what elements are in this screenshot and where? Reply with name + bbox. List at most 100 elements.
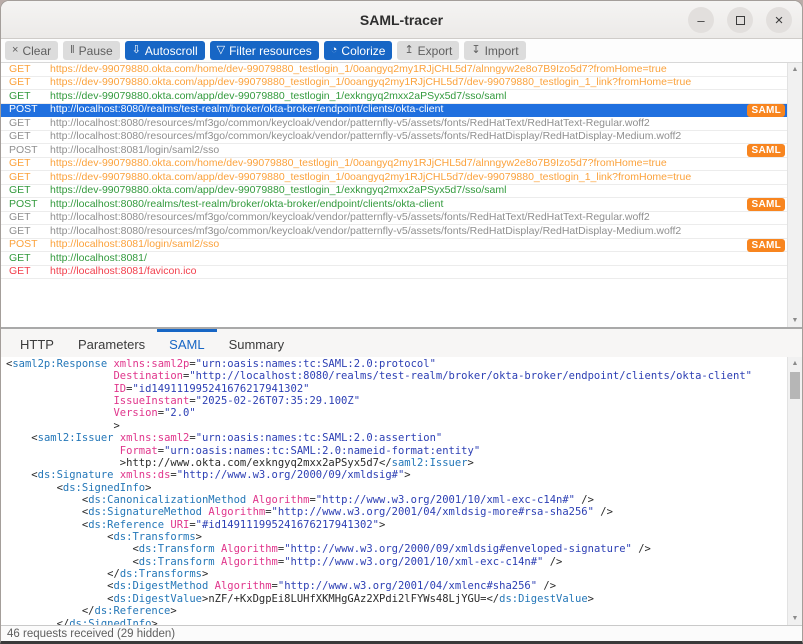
scroll-down-icon[interactable]: ▼ [788,615,802,622]
saml-badge: SAML [747,144,785,157]
xml-line: <ds:DigestValue>nZF/+KxDgpEi8LUHfXKMHgGA… [6,593,787,605]
xml-line: Format="urn:oasis:names:tc:SAML:2.0:name… [6,445,787,457]
tab-http[interactable]: HTTP [8,329,66,357]
request-row[interactable]: GEThttp://localhost:8081/favicon.ico [1,266,802,280]
request-row[interactable]: POSThttp://localhost:8080/realms/test-re… [1,198,802,212]
request-row[interactable]: GEThttp://localhost:8080/resources/mf3go… [1,225,802,239]
filter-resources-button[interactable]: ▽ Filter resources [210,41,319,60]
request-list-scrollbar[interactable]: ▲ ▼ [787,63,802,327]
tab-summary[interactable]: Summary [217,329,297,357]
request-method: GET [1,171,50,184]
request-url: http://localhost:8080/resources/mf3go/co… [50,130,738,143]
request-url: https://dev-99079880.okta.com/app/dev-99… [50,90,738,103]
request-method: GET [1,63,50,76]
pause-icon: ‖ [70,45,75,56]
clear-button[interactable]: × Clear [5,41,58,60]
xml-line: Version="2.0" [6,407,787,419]
request-url: http://localhost:8080/realms/test-realm/… [50,198,738,211]
request-method: GET [1,90,50,103]
request-list: GEThttps://dev-99079880.okta.com/home/de… [1,63,802,327]
minimize-icon: – [697,14,704,27]
request-row[interactable]: GEThttp://localhost:8080/resources/mf3go… [1,212,802,226]
request-method: POST [1,144,50,157]
xml-line: > [6,420,787,432]
xml-line: <saml2p:Response xmlns:saml2p="urn:oasis… [6,358,787,370]
request-url: http://localhost:8081/favicon.ico [50,265,738,278]
status-bar: 46 requests received (29 hidden) [1,625,802,641]
request-row[interactable]: GEThttp://localhost:8080/resources/mf3go… [1,117,802,131]
xml-line: <saml2:Issuer xmlns:saml2="urn:oasis:nam… [6,432,787,444]
xml-scrollbar-thumb[interactable] [790,372,800,399]
request-method: GET [1,225,50,238]
autoscroll-button[interactable]: ⇩ Autoscroll [125,41,205,60]
request-url: http://localhost:8080/resources/mf3go/co… [50,117,738,130]
request-row[interactable]: POSThttp://localhost:8081/login/saml2/ss… [1,144,802,158]
xml-line: </ds:SignedInfo> [6,618,787,625]
maximize-icon [736,16,745,25]
saml-badge: SAML [747,198,785,211]
maximize-button[interactable] [727,7,753,33]
request-url: https://dev-99079880.okta.com/app/dev-99… [50,76,738,89]
saml-tracer-window: SAML-tracer – × × Clear ‖ Pause ⇩ Autoscroll ▽… [0,0,803,644]
request-row[interactable]: POSThttp://localhost:8081/login/saml2/ss… [1,239,802,253]
button-label: Clear [22,44,51,58]
request-method: GET [1,184,50,197]
request-row[interactable]: GEThttps://dev-99079880.okta.com/home/de… [1,158,802,172]
request-row[interactable]: GEThttp://localhost:8081/ [1,252,802,266]
request-row[interactable]: GEThttps://dev-99079880.okta.com/app/dev… [1,171,802,185]
request-method: GET [1,252,50,265]
titlebar[interactable]: SAML-tracer – × [1,1,802,39]
export-button[interactable]: ↥ Export [397,41,459,60]
clear-icon: × [12,45,18,56]
tab-parameters[interactable]: Parameters [66,329,157,357]
scroll-down-icon[interactable]: ▼ [788,317,802,324]
filter-icon: ▽ [217,45,225,56]
pause-button[interactable]: ‖ Pause [63,41,120,60]
request-method: GET [1,265,50,278]
button-label: Filter resources [229,44,312,58]
scroll-up-icon[interactable]: ▲ [788,66,802,73]
request-row[interactable]: GEThttps://dev-99079880.okta.com/app/dev… [1,90,802,104]
xml-scrollbar[interactable]: ▲ ▼ [787,357,802,625]
export-icon: ↥ [404,45,413,56]
autoscroll-icon: ⇩ [132,45,141,56]
request-row[interactable]: GEThttp://localhost:8080/resources/mf3go… [1,131,802,145]
request-method: GET [1,130,50,143]
request-url: http://localhost:8081/ [50,252,738,265]
status-text: 46 requests received (29 hidden) [7,628,175,640]
request-url: https://dev-99079880.okta.com/app/dev-99… [50,171,738,184]
request-method: GET [1,76,50,89]
xml-line: <ds:Signature xmlns:ds="http://www.w3.or… [6,469,787,481]
colorize-icon: ◔ [331,45,338,56]
saml-xml-panel: <saml2p:Response xmlns:saml2p="urn:oasis… [1,357,802,625]
xml-line: <ds:SignatureMethod Algorithm="http://ww… [6,506,787,518]
toolbar: × Clear ‖ Pause ⇩ Autoscroll ▽ Filter resources… [1,39,802,63]
button-label: Autoscroll [145,44,198,58]
request-url: http://localhost:8080/resources/mf3go/co… [50,225,738,238]
xml-line: <ds:Transform Algorithm="http://www.w3.o… [6,543,787,555]
import-button[interactable]: ↧Import [464,41,525,60]
request-method: GET [1,211,50,224]
xml-line: </ds:Reference> [6,605,787,617]
button-label: Colorize [341,44,385,58]
close-button[interactable]: × [766,7,792,33]
import-icon: ↧ [471,45,480,56]
request-url: http://localhost:8080/realms/test-realm/… [50,103,738,116]
xml-line: Destination="http://localhost:8080/realm… [6,370,787,382]
colorize-button[interactable]: ◔Colorize [324,41,393,60]
request-url: http://localhost:8080/resources/mf3go/co… [50,211,738,224]
button-label: Export [418,44,453,58]
scroll-up-icon[interactable]: ▲ [788,360,802,367]
request-row[interactable]: POSThttp://localhost:8080/realms/test-re… [1,104,802,118]
button-label: Pause [79,44,113,58]
saml-response-xml: <saml2p:Response xmlns:saml2p="urn:oasis… [1,358,787,625]
window-title: SAML-tracer [360,12,443,28]
minimize-button[interactable]: – [688,7,714,33]
tab-saml[interactable]: SAML [157,329,216,357]
xml-line: </ds:Transforms> [6,568,787,580]
request-row[interactable]: GEThttps://dev-99079880.okta.com/home/de… [1,63,802,77]
xml-line: <ds:SignedInfo> [6,482,787,494]
request-row[interactable]: GEThttps://dev-99079880.okta.com/app/dev… [1,185,802,199]
detail-tabstrip: HTTPParametersSAMLSummary [1,327,802,357]
request-row[interactable]: GEThttps://dev-99079880.okta.com/app/dev… [1,77,802,91]
